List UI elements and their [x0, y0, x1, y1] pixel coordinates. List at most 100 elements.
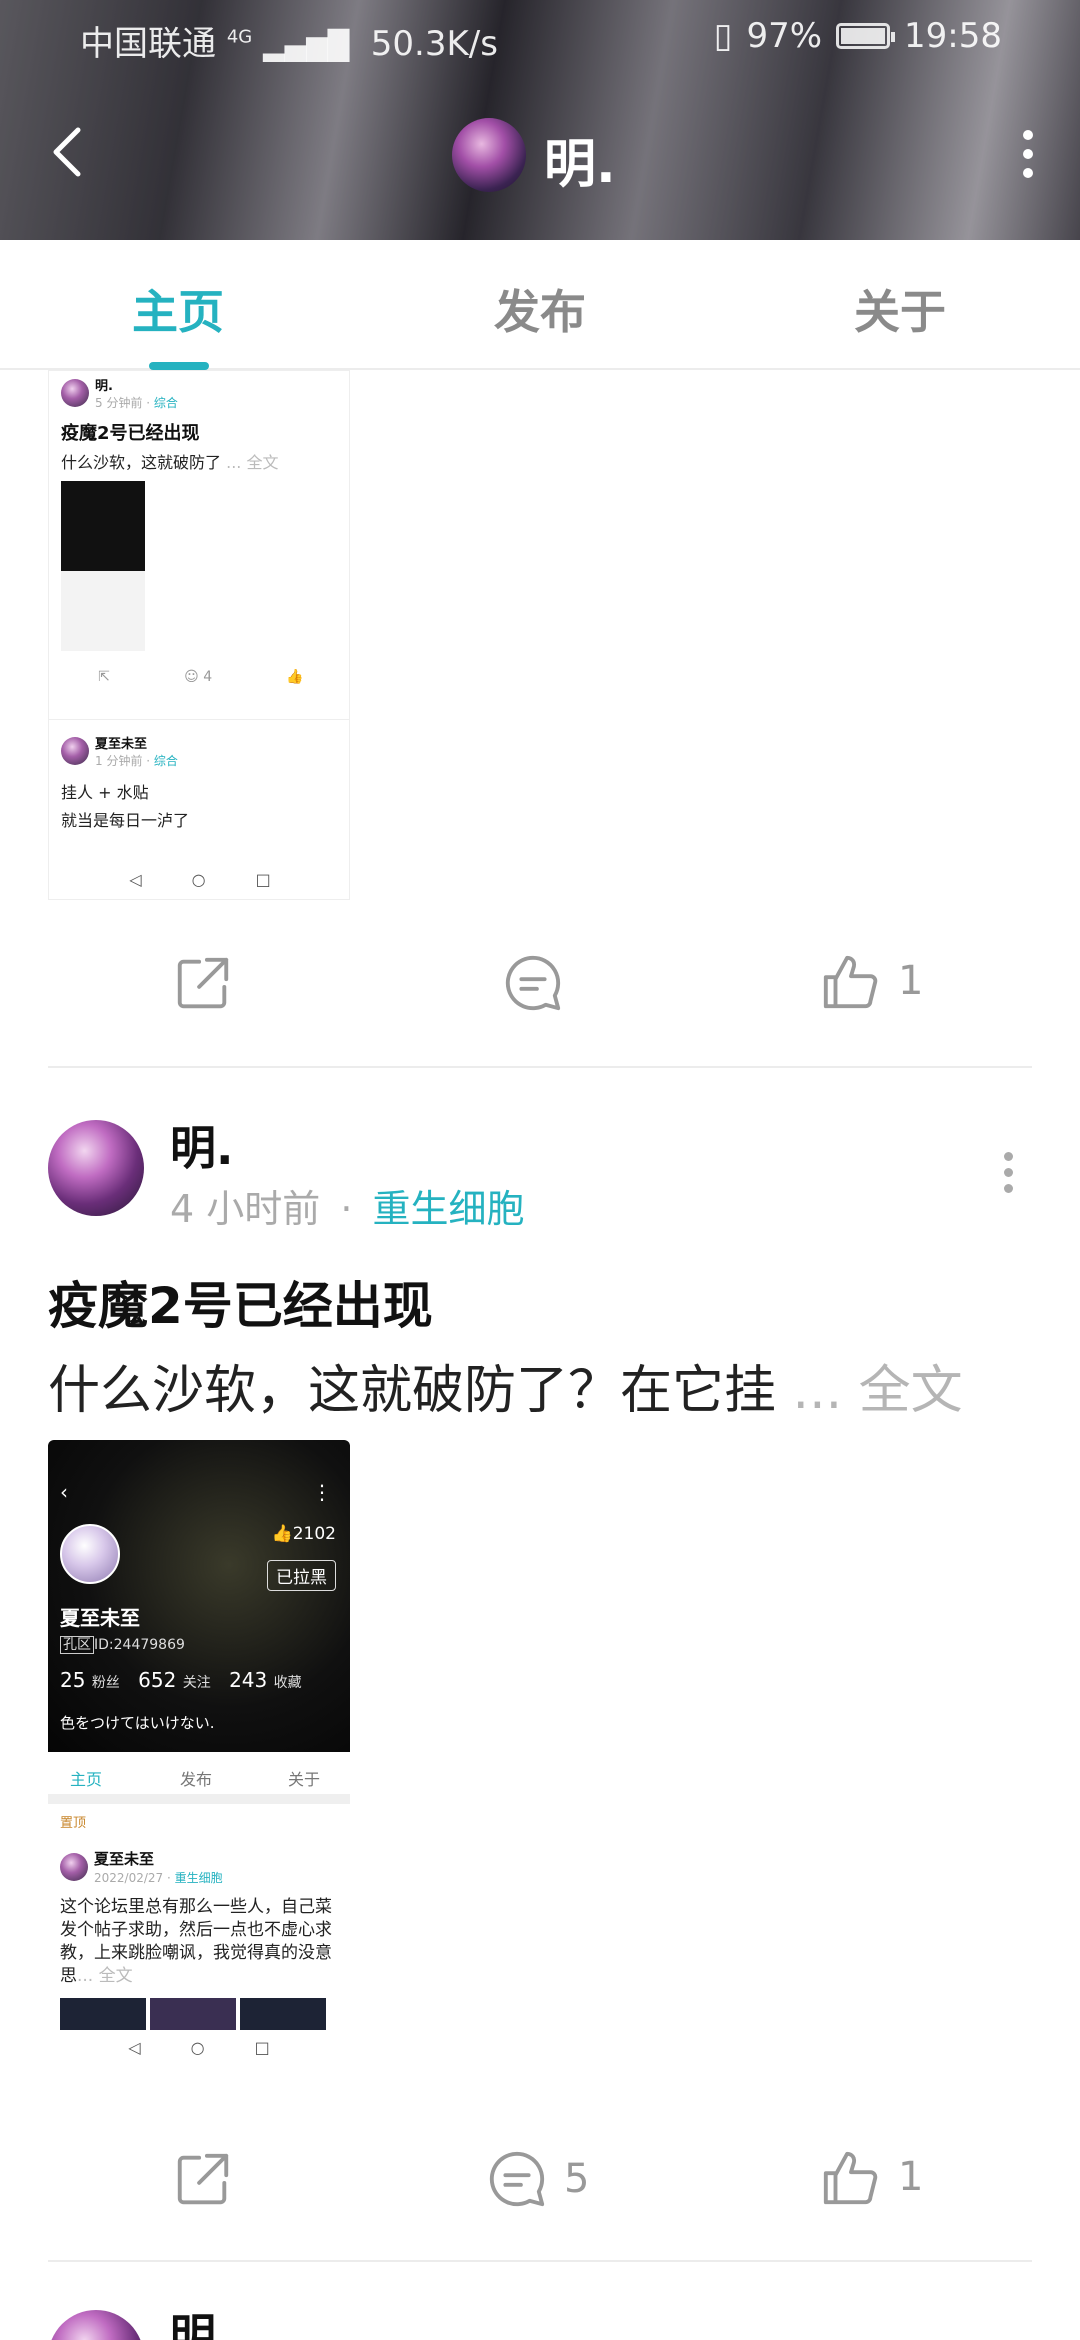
mini-author: 夏至未至 — [95, 737, 148, 752]
post-category[interactable]: 重生细胞 — [373, 1187, 525, 1231]
read-more-link[interactable]: ... 全文 — [793, 1361, 963, 1421]
vibrate-icon: ▯ — [713, 16, 733, 56]
screenshot-profile-header: ‹ ⋮ 👍2102 已拉黑 夏至未至 孔区 ID:24479869 25 粉丝 6… — [48, 1440, 350, 1752]
active-tab-indicator — [149, 362, 209, 370]
tab-posts[interactable]: 发布 — [494, 276, 586, 342]
like-button[interactable]: 1 — [820, 950, 923, 1012]
nav-home-icon: ○ — [191, 869, 206, 889]
mini-author: 明. — [95, 379, 113, 394]
network-type: 4G — [226, 26, 253, 48]
avatar — [60, 1853, 88, 1881]
clock: 19:58 — [904, 16, 1002, 56]
screenshot-tabs: 主页 发布 关于 — [48, 1752, 350, 1798]
network-speed: 50.3K/s — [370, 24, 498, 64]
mini-full: ... 全文 — [226, 453, 279, 472]
mini-thumbnail — [61, 481, 145, 651]
more-vertical-icon: ⋮ — [312, 1480, 332, 1504]
comment-icon: ☺ — [184, 669, 199, 685]
author-name[interactable]: 明 — [170, 2300, 216, 2340]
share-button[interactable] — [172, 2148, 234, 2210]
nav-back-icon: ◁ — [128, 2037, 141, 2057]
status-bar: 中国联通 4G ▂▄▆█ 50.3K/s ▯ 97% 19:58 — [0, 0, 1080, 72]
signal-icon: ▂▄▆█ — [263, 29, 350, 62]
like-count: 1 — [898, 958, 924, 1004]
avatar — [61, 737, 89, 765]
post-image[interactable]: 明. 5 分钟前 · 综合 疫魔2号已经出现 什么沙软，这就破防了 ... 全文… — [48, 370, 350, 900]
divider — [48, 1794, 350, 1804]
share-icon — [177, 957, 229, 1009]
battery-percent: 97% — [746, 16, 823, 56]
like-icon: 👍 — [286, 669, 304, 685]
comment-icon — [505, 955, 561, 1011]
author-avatar[interactable] — [48, 1120, 144, 1216]
mini-category: 综合 — [153, 396, 178, 410]
mini-nav-bar: ◁ ○ □ — [48, 2030, 350, 2064]
back-arrow-icon[interactable] — [48, 124, 84, 180]
likes-count: 2102 — [292, 1524, 336, 1544]
more-vertical-icon[interactable] — [1020, 130, 1036, 178]
like-button[interactable]: 1 — [820, 2146, 923, 2208]
author-name[interactable]: 明. — [170, 1112, 233, 1178]
nav-back-icon: ◁ — [129, 869, 142, 889]
following-label: 关注 — [182, 1675, 211, 1691]
nav-recent-icon: □ — [254, 2037, 270, 2057]
share-button[interactable] — [172, 952, 234, 1014]
avatar — [60, 1524, 120, 1584]
divider — [49, 719, 349, 720]
mini-comment-count: 4 — [203, 669, 213, 685]
following-count: 652 — [138, 1668, 177, 1692]
pinned-label: 置顶 — [60, 1816, 87, 1831]
mini-post: 夏至未至 2022/02/27 · 重生细胞 这个论坛里总有那么一些人，自己菜发… — [60, 1848, 340, 2048]
battery-icon — [836, 23, 896, 49]
divider — [48, 2260, 1032, 2262]
post-excerpt: 什么沙软，这就破防了？在它挂 — [48, 1361, 777, 1421]
post-more-icon[interactable] — [1002, 1152, 1014, 1193]
avatar — [61, 379, 89, 407]
thumbs-up-icon — [823, 2151, 878, 2205]
user-id: ID:24479869 — [94, 1637, 185, 1653]
post-image[interactable]: ‹ ⋮ 👍2102 已拉黑 夏至未至 孔区 ID:24479869 25 粉丝 6… — [48, 1440, 350, 2064]
mini-category: 综合 — [153, 754, 178, 768]
mini-text: 挂人 + 水贴 — [61, 783, 149, 802]
comment-icon — [489, 2151, 545, 2207]
mini-post: 夏至未至 1 分钟前 · 综合 挂人 + 水贴 就当是每日一泸了 — [61, 733, 341, 831]
nav-recent-icon: □ — [255, 869, 271, 889]
tab-home[interactable]: 主页 — [132, 276, 224, 342]
comment-button[interactable] — [502, 952, 580, 1014]
thumbs-up-icon: 👍 — [271, 1524, 293, 1544]
thumbs-up-icon — [823, 955, 878, 1009]
tab-about[interactable]: 关于 — [854, 276, 946, 342]
fans-label: 粉丝 — [91, 1675, 120, 1691]
comment-button[interactable]: 5 — [486, 2148, 589, 2210]
nav-home-icon: ○ — [190, 2037, 205, 2057]
signature: 色をつけてはいけない. — [60, 1714, 215, 1732]
header-user-name: 明. — [544, 135, 616, 195]
share-icon: ⇱ — [98, 669, 110, 685]
fans-count: 25 — [60, 1668, 86, 1692]
profile-tabs: 主页 发布 关于 — [0, 240, 1080, 370]
mini-post: 明. 5 分钟前 · 综合 疫魔2号已经出现 什么沙软，这就破防了 ... 全文… — [61, 375, 341, 685]
post-time: 4 小时前 — [170, 1187, 321, 1231]
like-count: 1 — [898, 2154, 924, 2200]
author-avatar[interactable] — [48, 2310, 144, 2340]
header-avatar[interactable] — [452, 118, 526, 192]
mini-time: 1 分钟前 — [95, 754, 143, 768]
mini-text: 就当是每日一泸了 — [61, 811, 190, 830]
mini-time: 2022/02/27 — [94, 1871, 164, 1885]
profile-page: 中国联通 4G ▂▄▆█ 50.3K/s ▯ 97% 19:58 明. 主页 发… — [0, 0, 1080, 2340]
tab-home: 主页 — [70, 1770, 103, 1789]
id-prefix: 孔区 — [60, 1636, 94, 1654]
back-arrow-icon: ‹ — [60, 1480, 68, 1504]
blocked-badge: 已拉黑 — [267, 1560, 336, 1591]
meta-separator: · — [340, 1187, 353, 1231]
carrier-name: 中国联通 — [80, 24, 216, 64]
screenshot-user-name: 夏至未至 — [60, 1606, 140, 1630]
post-title[interactable]: 疫魔2号已经出现 — [48, 1266, 433, 1338]
mini-title: 疫魔2号已经出现 — [61, 423, 200, 444]
comment-count: 5 — [564, 2156, 590, 2202]
profile-header: 中国联通 4G ▂▄▆█ 50.3K/s ▯ 97% 19:58 明. — [0, 0, 1080, 240]
mini-category: 重生细胞 — [174, 1871, 223, 1885]
share-icon — [177, 2153, 229, 2205]
favorites-label: 收藏 — [273, 1675, 302, 1691]
tab-posts: 发布 — [180, 1770, 213, 1789]
